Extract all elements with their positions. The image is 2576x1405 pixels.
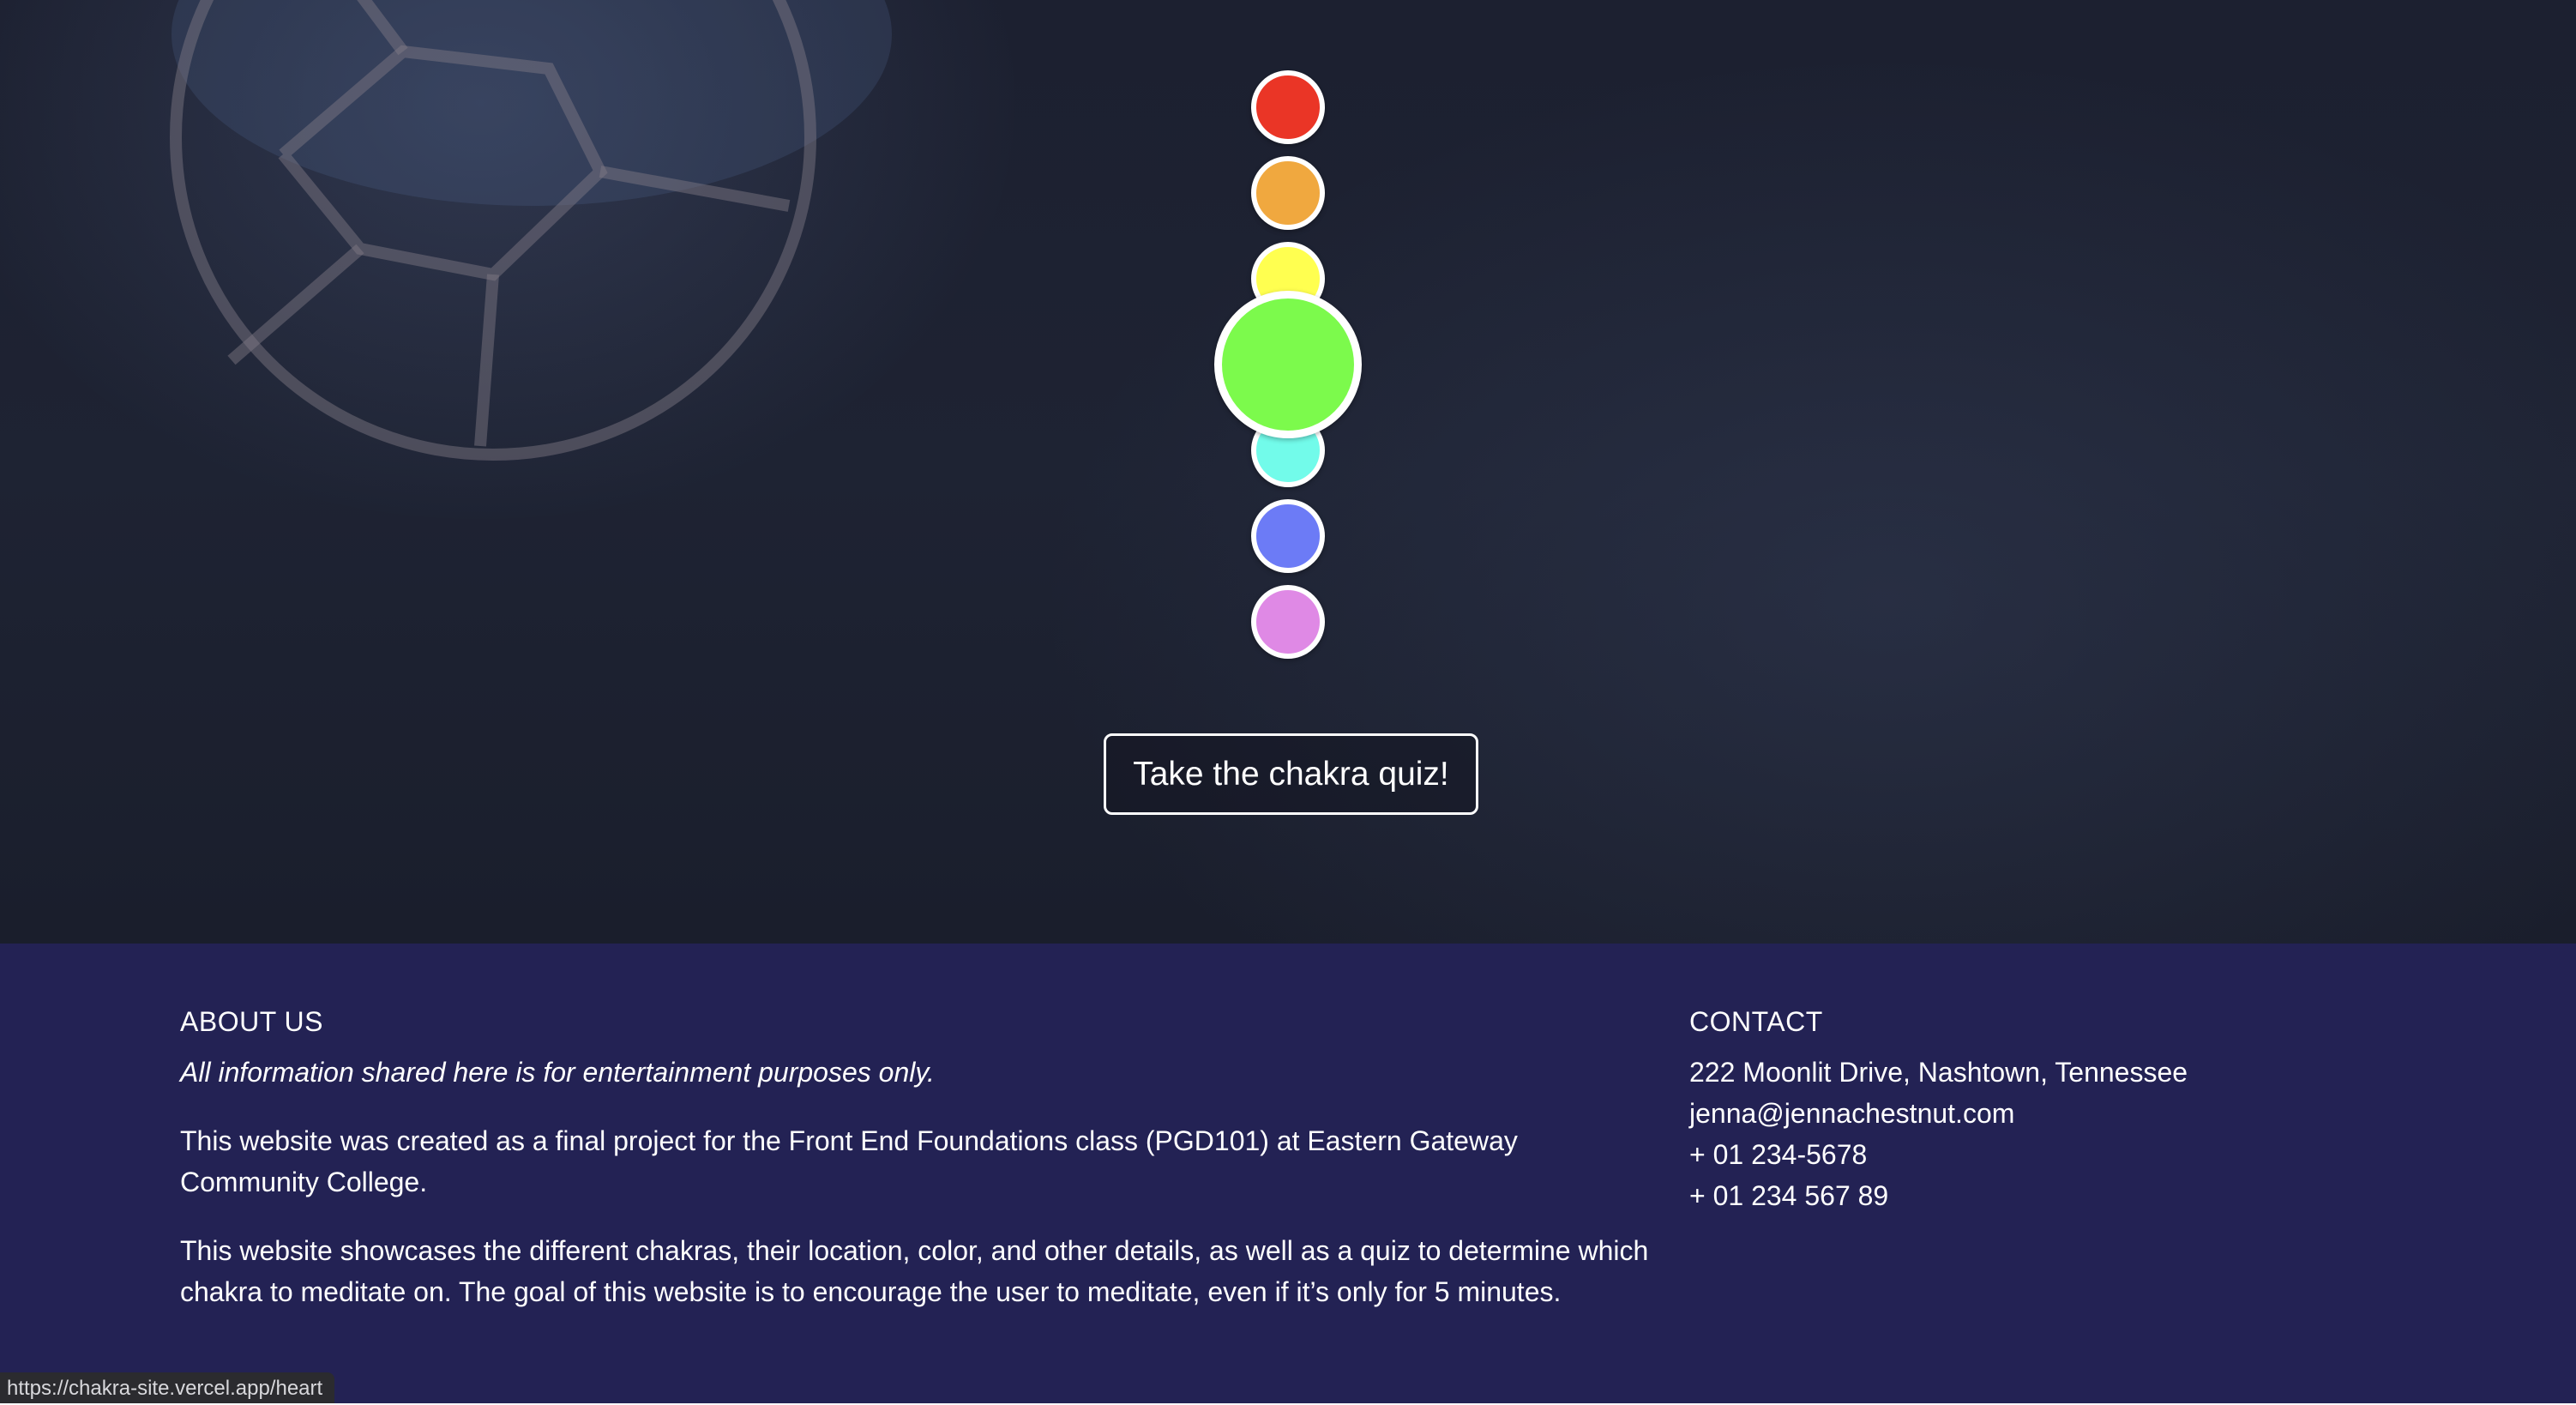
contact-address: 222 Moonlit Drive, Nashtown, Tennessee bbox=[1689, 1052, 2188, 1093]
chakra-root-button[interactable] bbox=[1251, 70, 1325, 144]
meditation-background-image bbox=[0, 0, 943, 480]
contact-phone-1[interactable]: + 01 234-5678 bbox=[1689, 1134, 2188, 1175]
chakra-heart-button[interactable] bbox=[1214, 291, 1362, 438]
about-paragraph-2: This website showcases the different cha… bbox=[180, 1230, 1655, 1312]
contact-email[interactable]: jenna@jennachestnut.com bbox=[1689, 1093, 2188, 1134]
take-quiz-label: Take the chakra quiz! bbox=[1133, 756, 1449, 793]
take-quiz-button[interactable]: Take the chakra quiz! bbox=[1104, 733, 1478, 815]
contact-lines: 222 Moonlit Drive, Nashtown, Tennessee j… bbox=[1689, 1052, 2188, 1216]
hero-section: Take the chakra quiz! bbox=[0, 0, 2576, 944]
chakra-sacral-button[interactable] bbox=[1251, 156, 1325, 230]
chakra-crown-button[interactable] bbox=[1251, 585, 1325, 659]
contact-heading: CONTACT bbox=[1689, 1006, 1823, 1038]
disclaimer-text: All information shared here is for enter… bbox=[180, 1052, 935, 1093]
chakra-third-eye-button[interactable] bbox=[1251, 499, 1325, 573]
contact-phone-2[interactable]: + 01 234 567 89 bbox=[1689, 1175, 2188, 1216]
status-bar-url: https://chakra-site.vercel.app/heart bbox=[0, 1372, 334, 1403]
footer: ABOUT US All information shared here is … bbox=[0, 944, 2576, 1403]
about-heading: ABOUT US bbox=[180, 1006, 323, 1038]
about-paragraph-1: This website was created as a final proj… bbox=[180, 1120, 1655, 1203]
